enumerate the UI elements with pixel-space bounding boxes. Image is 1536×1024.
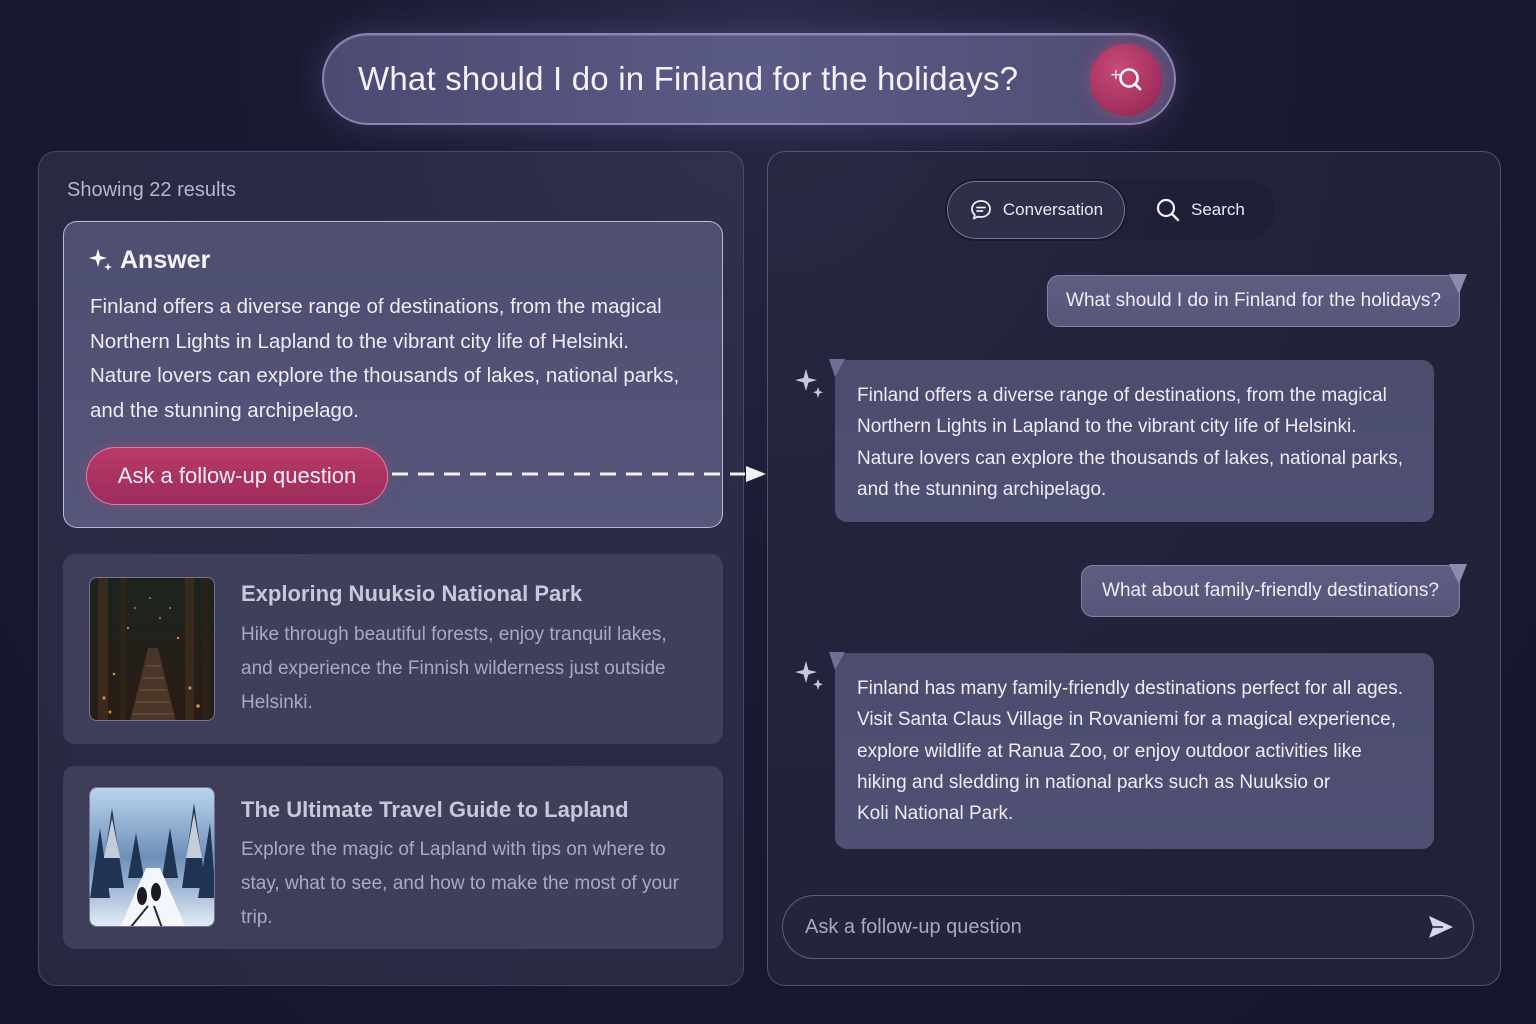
result-description: Explore the magic of Lapland with tips o… (241, 833, 701, 935)
tab-label: Conversation (1002, 200, 1104, 219)
mode-tabs: Conversation Search (945, 179, 1275, 241)
snowy-forest-thumbnail (89, 787, 215, 927)
description-line: Hike through beautiful forests, enjoy tr… (241, 624, 667, 645)
follow-up-input[interactable]: Ask a follow-up question (782, 895, 1474, 959)
message-line: Northern Lights in Lapland to the vibran… (857, 416, 1357, 438)
answer-line: Nature lovers can explore the thousands … (90, 364, 680, 387)
chat-panel: Conversation Search What should I do in … (767, 151, 1501, 986)
bubble-tail (1449, 274, 1467, 294)
description-line: stay, what to see, and how to make the m… (241, 873, 679, 928)
assistant-message: Finland offers a diverse range of destin… (835, 360, 1434, 522)
message-line: Finland has many family-friendly destina… (857, 678, 1403, 699)
description-line: Explore the magic of Lapland with tips o… (241, 839, 666, 860)
forest-thumbnail (89, 577, 215, 721)
message-line: Finland offers a diverse range of destin… (857, 385, 1387, 406)
ask-follow-up-button[interactable]: Ask a follow-up question (86, 447, 388, 505)
search-icon (1156, 198, 1180, 222)
bubble-tail (829, 652, 845, 670)
description-line: and experience the Finnish wilderness ju… (241, 658, 666, 679)
results-count: Showing 22 results (67, 179, 236, 201)
search-button[interactable]: + (1090, 44, 1162, 116)
dashed-arrow-icon (392, 466, 766, 482)
message-line: and the stunning archipelago. (857, 478, 1107, 500)
tab-conversation[interactable]: Conversation (947, 181, 1125, 239)
assistant-message: Finland has many family-friendly destina… (835, 653, 1434, 849)
results-panel: Showing 22 results Answer Finland offers… (38, 151, 744, 986)
chat-bubble-icon (971, 200, 991, 220)
description-line: Helsinki. (241, 692, 313, 713)
bubble-tail (1449, 564, 1467, 584)
answer-line: Finland offers a diverse range of destin… (90, 295, 662, 318)
plus-search-icon: + (1110, 67, 1142, 91)
message-line: Koli National Park. (857, 803, 1014, 825)
result-title[interactable]: The Ultimate Travel Guide to Lapland (241, 797, 629, 823)
message-line: hiking and sledding in national parks su… (857, 771, 1331, 793)
answer-line: and the stunning archipelago. (90, 398, 359, 422)
result-item[interactable]: Exploring Nuuksio National Park Hike thr… (63, 554, 723, 744)
message-line: Nature lovers can explore the thousands … (857, 447, 1404, 469)
result-item[interactable]: The Ultimate Travel Guide to Lapland Exp… (63, 766, 723, 949)
user-message: What about family-friendly destinations? (1081, 565, 1460, 617)
send-icon[interactable] (1427, 913, 1455, 941)
result-description: Hike through beautiful forests, enjoy tr… (241, 618, 701, 720)
sparkle-icon (795, 369, 823, 398)
answer-title: Answer (120, 246, 211, 274)
answer-line: Northern Lights in Lapland to the vibran… (90, 329, 629, 353)
answer-text: Finland offers a diverse range of destin… (90, 290, 700, 428)
user-message: What should I do in Finland for the holi… (1047, 275, 1460, 327)
message-line: explore wildlife at Ranua Zoo, or enjoy … (857, 740, 1362, 762)
tab-search[interactable]: Search (1155, 181, 1265, 239)
tab-label: Search (1191, 200, 1245, 219)
search-query[interactable]: What should I do in Finland for the holi… (358, 60, 1018, 98)
search-bar[interactable]: What should I do in Finland for the holi… (322, 33, 1176, 125)
input-placeholder[interactable]: Ask a follow-up question (805, 916, 1022, 939)
result-title[interactable]: Exploring Nuuksio National Park (241, 581, 582, 607)
sparkle-icon (89, 249, 112, 271)
sparkle-icon (795, 661, 823, 690)
message-line: Visit Santa Claus Village in Rovaniemi f… (857, 709, 1396, 731)
bubble-tail (829, 359, 845, 377)
